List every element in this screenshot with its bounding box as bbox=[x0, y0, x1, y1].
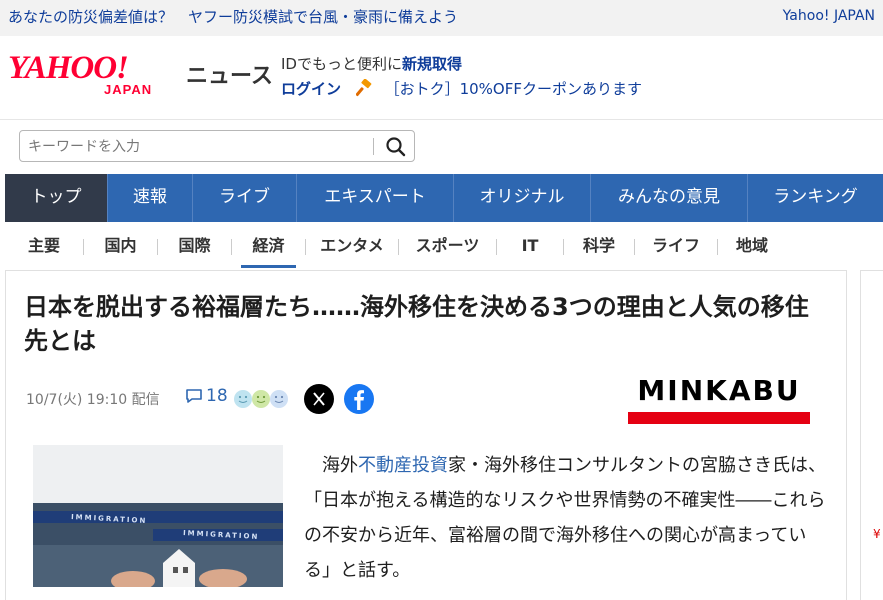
article-body: 海外不動産投資家・海外移住コンサルタントの宮脇さき氏は、「日本が抱える構造的なリ… bbox=[304, 448, 829, 588]
news-service-name[interactable]: ニュース bbox=[186, 58, 273, 90]
search-box bbox=[19, 130, 415, 162]
category-tab-main[interactable]: 主要 bbox=[5, 226, 83, 268]
category-tab-it[interactable]: IT bbox=[497, 226, 563, 268]
article-image[interactable]: IMMIGRATION IMMIGRATION bbox=[33, 445, 283, 587]
comment-count: 18 bbox=[206, 386, 228, 406]
search-button[interactable] bbox=[382, 134, 410, 160]
category-tab-sports[interactable]: スポーツ bbox=[399, 226, 496, 268]
reaction-faces-icon bbox=[234, 390, 288, 408]
search-input[interactable] bbox=[26, 135, 370, 159]
category-tab-life[interactable]: ライフ bbox=[635, 226, 717, 268]
yahoo-japan-link[interactable]: Yahoo! JAPAN bbox=[783, 8, 875, 24]
x-logo-icon bbox=[313, 392, 325, 406]
top-banner: あなたの防災偏差値は？ ヤフー防災模試で台風・豪雨に備えよう Yahoo! JA… bbox=[0, 0, 883, 36]
register-link[interactable]: 新規取得 bbox=[402, 55, 462, 73]
article-datetime: 10/7(火) 19:10 配信 bbox=[26, 392, 160, 408]
header-divider bbox=[0, 119, 883, 120]
share-x-button[interactable] bbox=[304, 384, 334, 414]
login-row: ログイン ［おトク］10%OFFクーポンあります bbox=[281, 78, 642, 99]
category-separator bbox=[231, 239, 232, 255]
nav-tab-expert[interactable]: エキスパート bbox=[297, 174, 454, 222]
nav-tab-ranking[interactable]: ランキング bbox=[748, 174, 883, 222]
sidebar-yen-mark: ¥ bbox=[873, 527, 881, 541]
publisher-logo[interactable]: MINKABU bbox=[628, 374, 810, 424]
category-tab-local[interactable]: 地域 bbox=[718, 226, 786, 268]
category-tab-world[interactable]: 国際 bbox=[158, 226, 231, 268]
nav-tab-breaking[interactable]: 速報 bbox=[108, 174, 193, 222]
nav-tab-top[interactable]: トップ bbox=[5, 174, 108, 222]
category-tab-economy[interactable]: 経済 bbox=[241, 226, 296, 268]
id-prompt-text: IDでもっと便利に bbox=[281, 55, 402, 73]
comment-link[interactable]: 18 bbox=[184, 386, 228, 406]
yahoo-logo-japan: JAPAN bbox=[104, 82, 153, 97]
facebook-logo-icon bbox=[354, 390, 364, 410]
category-tab-entertainment[interactable]: エンタメ bbox=[306, 226, 398, 268]
publisher-logo-text: MINKABU bbox=[637, 374, 801, 407]
yahoo-logo[interactable]: YAHOO! JAPAN bbox=[8, 50, 178, 98]
comment-icon bbox=[186, 389, 202, 403]
publisher-logo-bar bbox=[628, 412, 810, 424]
article-title: 日本を脱出する裕福層たち……海外移住を決める3つの理由と人気の移住先とは bbox=[24, 293, 809, 355]
nav-tab-live[interactable]: ライブ bbox=[193, 174, 297, 222]
category-tab-domestic[interactable]: 国内 bbox=[84, 226, 157, 268]
auction-hammer-icon bbox=[355, 79, 372, 97]
coupon-link[interactable]: ［おトク］10%OFFクーポンあります bbox=[385, 80, 642, 98]
nav-tab-opinions[interactable]: みんなの意見 bbox=[591, 174, 748, 222]
category-nav: 主要 国内 国際 経済 エンタメ スポーツ IT 科学 ライフ 地域 bbox=[5, 226, 883, 268]
share-facebook-button[interactable] bbox=[344, 384, 374, 414]
search-icon bbox=[386, 137, 406, 157]
search-divider bbox=[373, 138, 374, 155]
article-body-text: 海外 bbox=[322, 455, 358, 476]
id-prompt: IDでもっと便利に新規取得 bbox=[281, 53, 462, 74]
login-link[interactable]: ログイン bbox=[281, 80, 341, 98]
real-estate-keyword-link[interactable]: 不動産投資 bbox=[358, 455, 448, 476]
right-sidebar: ¥ bbox=[860, 270, 883, 600]
disaster-promo-link[interactable]: あなたの防災偏差値は？ ヤフー防災模試で台風・豪雨に備えよう bbox=[8, 6, 458, 27]
nav-tab-original[interactable]: オリジナル bbox=[454, 174, 591, 222]
main-nav: トップ 速報 ライブ エキスパート オリジナル みんなの意見 ランキング bbox=[5, 174, 883, 222]
category-tab-science[interactable]: 科学 bbox=[564, 226, 634, 268]
